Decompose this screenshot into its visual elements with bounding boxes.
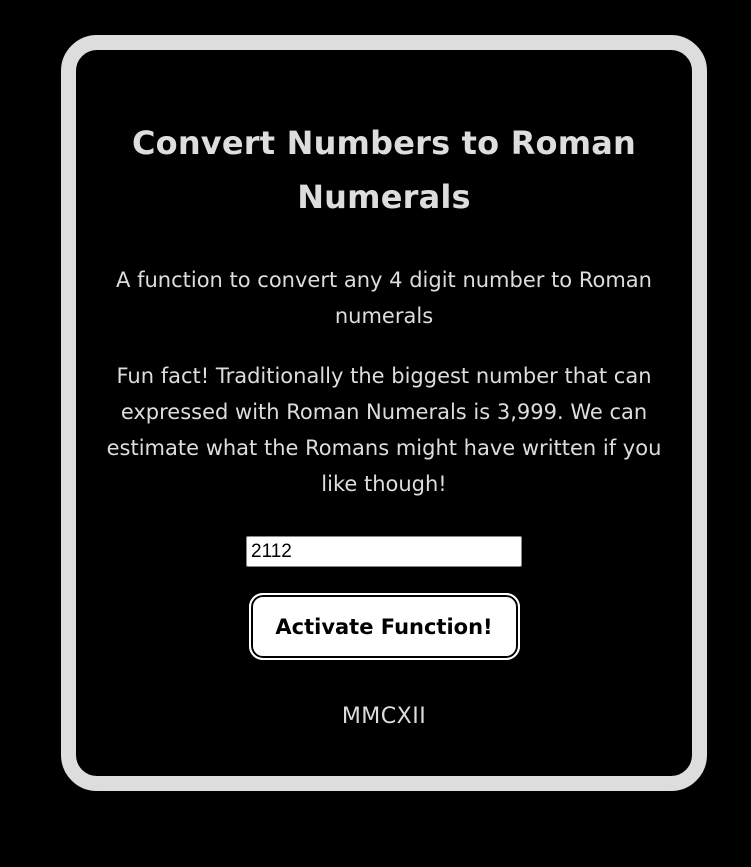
converter-card: Convert Numbers to Roman Numerals A func… xyxy=(61,35,707,791)
page-title: Convert Numbers to Roman Numerals xyxy=(131,124,637,216)
input-row xyxy=(76,536,692,567)
button-row: Activate Function! xyxy=(76,593,692,660)
number-input[interactable] xyxy=(246,536,522,567)
activate-function-button[interactable]: Activate Function! xyxy=(248,593,520,660)
description-text: A function to convert any 4 digit number… xyxy=(116,268,652,328)
fun-fact-text: Fun fact! Traditionally the biggest numb… xyxy=(106,364,662,496)
roman-numeral-result: MMCXII xyxy=(341,704,427,729)
